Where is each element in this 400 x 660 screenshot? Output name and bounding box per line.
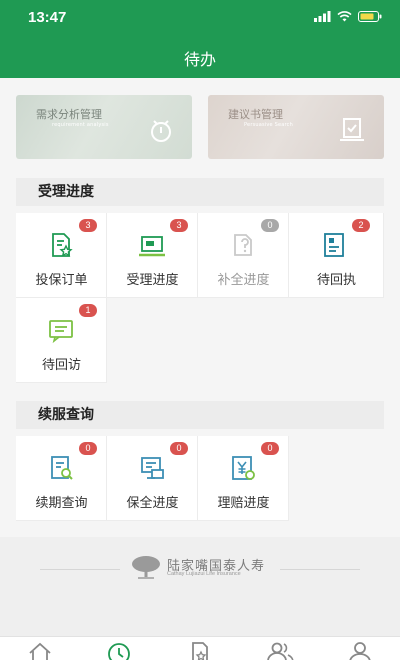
count-badge: 0 <box>261 219 279 232</box>
banner-title: 建议书管理 <box>228 108 283 121</box>
count-badge: 0 <box>170 442 188 455</box>
divider <box>40 569 120 570</box>
grid-item-label: 待回执 <box>316 273 356 288</box>
claim-progress-icon <box>232 456 255 480</box>
policy-order-icon <box>52 233 73 257</box>
stopwatch-icon <box>151 120 171 142</box>
grid-item-policy-order[interactable]: 3 投保订单 <box>16 213 107 298</box>
clock-icon[interactable] <box>104 641 134 660</box>
grid-item-label: 续期查询 <box>35 496 88 511</box>
preservation-progress-icon <box>141 457 164 479</box>
tree-logo-icon <box>132 556 160 579</box>
section-header-acceptance: 受理进度 <box>16 178 384 206</box>
grid-item-acceptance-progress[interactable]: 3 受理进度 <box>107 213 198 298</box>
grid-item-label: 待回访 <box>41 358 81 373</box>
grid-item-label: 理赔进度 <box>217 496 270 511</box>
count-badge: 3 <box>170 219 188 232</box>
grid-item-supplement-progress[interactable]: 0 补全进度 <box>198 213 289 298</box>
banner-subtitle: Persuasive Search <box>244 122 294 128</box>
status-time: 13:47 <box>28 9 67 26</box>
count-badge: 0 <box>79 442 97 455</box>
count-badge: 1 <box>79 304 97 317</box>
count-badge: 3 <box>79 219 97 232</box>
banner-proposal-management[interactable]: 建议书管理 Persuasive Search <box>208 95 384 159</box>
document-check-icon <box>340 118 364 141</box>
pending-receipt-icon <box>324 233 344 257</box>
profile-icon[interactable] <box>345 641 375 660</box>
home-icon[interactable] <box>25 641 55 660</box>
grid-item-pending-receipt[interactable]: 2 待回执 <box>289 213 384 298</box>
company-logo: 陆家嘴国泰人寿 Cathay Lujiazui Life Insurance <box>0 555 400 585</box>
tab-bar <box>0 636 400 660</box>
grid-item-renewal-query[interactable]: 0 续期查询 <box>16 436 107 521</box>
banner-requirement-analysis[interactable]: 需求分析管理 requirement analysis <box>16 95 192 159</box>
contacts-icon[interactable] <box>265 641 295 660</box>
grid-item-pending-visit[interactable]: 1 待回访 <box>16 298 107 383</box>
banner-title: 需求分析管理 <box>36 108 102 121</box>
status-icons <box>314 11 382 22</box>
grid-item-preservation-progress[interactable]: 0 保全进度 <box>107 436 198 521</box>
section-header-renewal: 续服查询 <box>16 401 384 429</box>
grid-item-label: 受理进度 <box>126 273 179 288</box>
count-badge: 2 <box>352 219 370 232</box>
count-badge: 0 <box>261 442 279 455</box>
divider <box>280 569 360 570</box>
company-name-en: Cathay Lujiazui Life Insurance <box>167 571 241 577</box>
app-header: 13:47 待办 <box>0 0 400 78</box>
banner-subtitle: requirement analysis <box>52 122 109 128</box>
grid-item-label: 补全进度 <box>217 273 270 288</box>
footer-area <box>0 537 400 637</box>
page-title: 待办 <box>183 50 216 69</box>
battery-icon <box>358 11 382 22</box>
pending-visit-icon <box>49 320 73 344</box>
grid-item-claim-progress[interactable]: 0 理赔进度 <box>198 436 289 521</box>
acceptance-progress-icon <box>139 236 165 257</box>
supplement-progress-icon <box>234 234 252 256</box>
renewal-query-icon <box>51 456 73 480</box>
document-star-icon[interactable] <box>185 641 215 660</box>
status-bar: 13:47 <box>0 0 400 36</box>
signal-icon <box>314 11 331 22</box>
grid-item-label: 保全进度 <box>126 496 179 511</box>
wifi-icon <box>337 11 352 22</box>
grid-item-label: 投保订单 <box>35 273 88 288</box>
